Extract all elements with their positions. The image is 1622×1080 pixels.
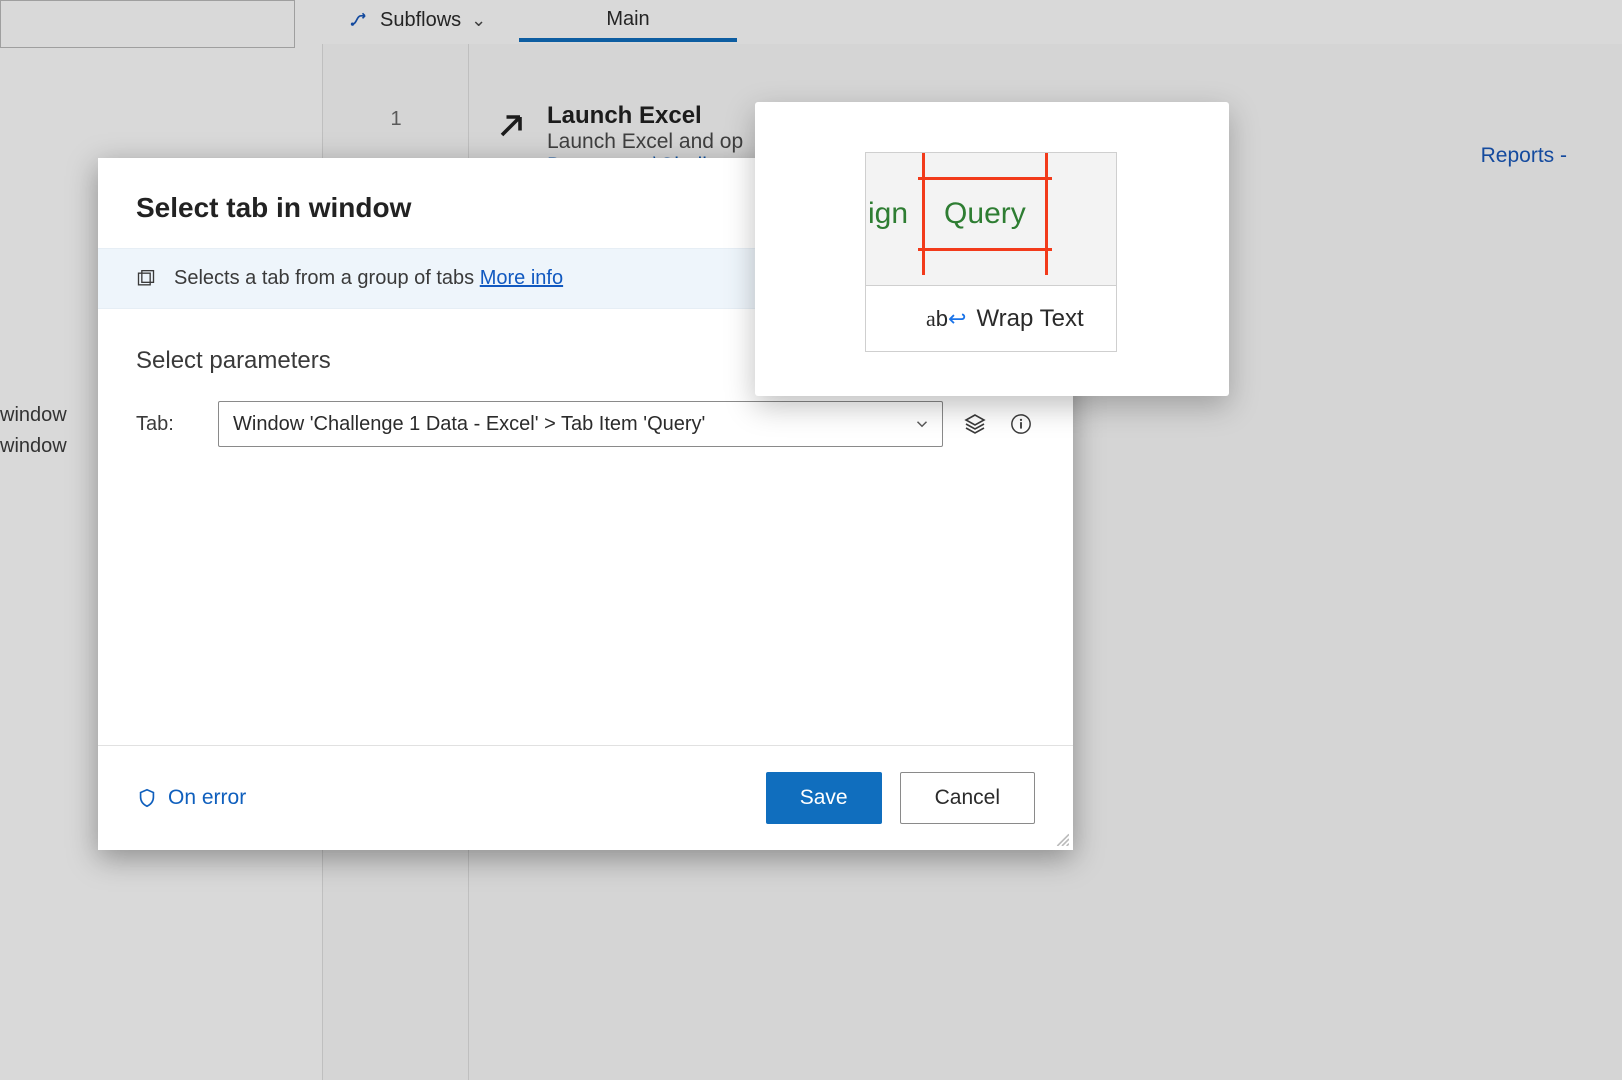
wrap-text-label: Wrap Text [976,305,1083,333]
param-info-button[interactable] [1007,410,1035,438]
preview-thumbnail: ign Query ab↩ Wrap Text [865,152,1117,352]
tab-main[interactable]: Main [519,0,737,42]
dialog-description: Selects a tab from a group of tabs [174,267,474,289]
action-item: window [0,400,67,431]
shield-icon [136,787,158,809]
tabs-icon [136,269,156,289]
ui-element-picker-button[interactable] [961,410,989,438]
preview-fragment-text: ign [868,197,908,231]
chevron-down-icon: ⌄ [471,10,486,31]
info-icon [1010,413,1032,435]
action-item: window [0,431,67,462]
on-error-label: On error [168,786,246,810]
reports-link[interactable]: Reports - [1481,144,1567,168]
preview-highlight-box: Query [926,181,1044,247]
on-error-button[interactable]: On error [136,786,246,810]
wrap-text-icon: ab↩ [926,306,966,332]
subflows-label: Subflows [380,9,461,32]
param-label-tab: Tab: [136,413,200,436]
subflows-dropdown[interactable]: Subflows ⌄ [335,0,501,40]
step-desc: Launch Excel and op [547,130,743,154]
save-button[interactable]: Save [766,772,882,824]
step-title: Launch Excel [547,102,743,130]
layers-icon [963,412,987,436]
dialog-footer: On error Save Cancel [98,745,1073,850]
more-info-link[interactable]: More info [480,267,563,289]
preview-highlight-label: Query [926,181,1044,247]
actions-search-box [0,0,295,48]
ui-element-preview-popup: ign Query ab↩ Wrap Text [755,102,1229,396]
param-row-tab: Tab: [98,393,1073,455]
tab-main-label: Main [606,8,649,31]
cancel-button[interactable]: Cancel [900,772,1035,824]
launch-icon [493,108,529,144]
subflows-icon [350,10,370,30]
actions-panel-fragment: window window [0,400,67,462]
tab-select[interactable] [218,401,943,447]
resize-grip-icon[interactable] [1055,832,1069,846]
line-number: 1 [323,108,469,131]
